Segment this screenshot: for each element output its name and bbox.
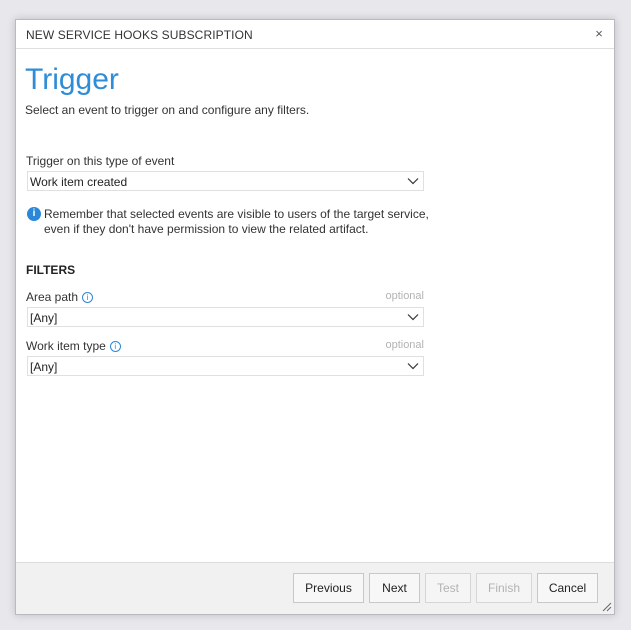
close-icon[interactable]: ×	[592, 26, 606, 41]
trigger-event-select[interactable]: Work item created	[27, 171, 424, 191]
page-subtitle: Select an event to trigger on and config…	[25, 103, 310, 117]
work-item-type-optional: optional	[385, 339, 424, 351]
filters-heading: FILTERS	[26, 263, 76, 277]
work-item-type-value: [Any]	[30, 360, 58, 374]
work-item-type-label: Work item type i	[26, 339, 121, 353]
test-button[interactable]: Test	[425, 573, 471, 603]
chevron-down-icon	[407, 178, 419, 185]
dialog-titlebar: NEW SERVICE HOOKS SUBSCRIPTION ×	[16, 20, 614, 49]
next-button[interactable]: Next	[369, 573, 420, 603]
chevron-down-icon	[407, 314, 419, 321]
service-hooks-dialog: NEW SERVICE HOOKS SUBSCRIPTION × Trigger…	[15, 19, 615, 615]
trigger-event-value: Work item created	[30, 175, 128, 189]
work-item-type-info-icon[interactable]: i	[109, 341, 121, 352]
dialog-footer: Previous Next Test Finish Cancel	[16, 562, 614, 614]
resize-grip-icon[interactable]	[600, 600, 612, 612]
work-item-type-label-text: Work item type	[26, 339, 106, 353]
area-path-value: [Any]	[30, 311, 58, 325]
area-path-label-text: Area path	[26, 290, 79, 304]
work-item-type-select[interactable]: [Any]	[27, 356, 424, 376]
chevron-down-icon	[407, 363, 419, 370]
area-path-select[interactable]: [Any]	[27, 307, 424, 327]
page-title: Trigger	[25, 63, 119, 96]
cancel-button[interactable]: Cancel	[537, 573, 598, 603]
area-path-info-icon[interactable]: i	[82, 292, 94, 303]
area-path-label: Area path i	[26, 290, 94, 304]
finish-button[interactable]: Finish	[476, 573, 532, 603]
info-icon: i	[27, 207, 41, 221]
previous-button[interactable]: Previous	[293, 573, 364, 603]
visibility-notice: Remember that selected events are visibl…	[44, 207, 429, 236]
trigger-event-label: Trigger on this type of event	[26, 154, 175, 168]
dialog-title: NEW SERVICE HOOKS SUBSCRIPTION	[26, 28, 253, 42]
area-path-optional: optional	[385, 290, 424, 302]
